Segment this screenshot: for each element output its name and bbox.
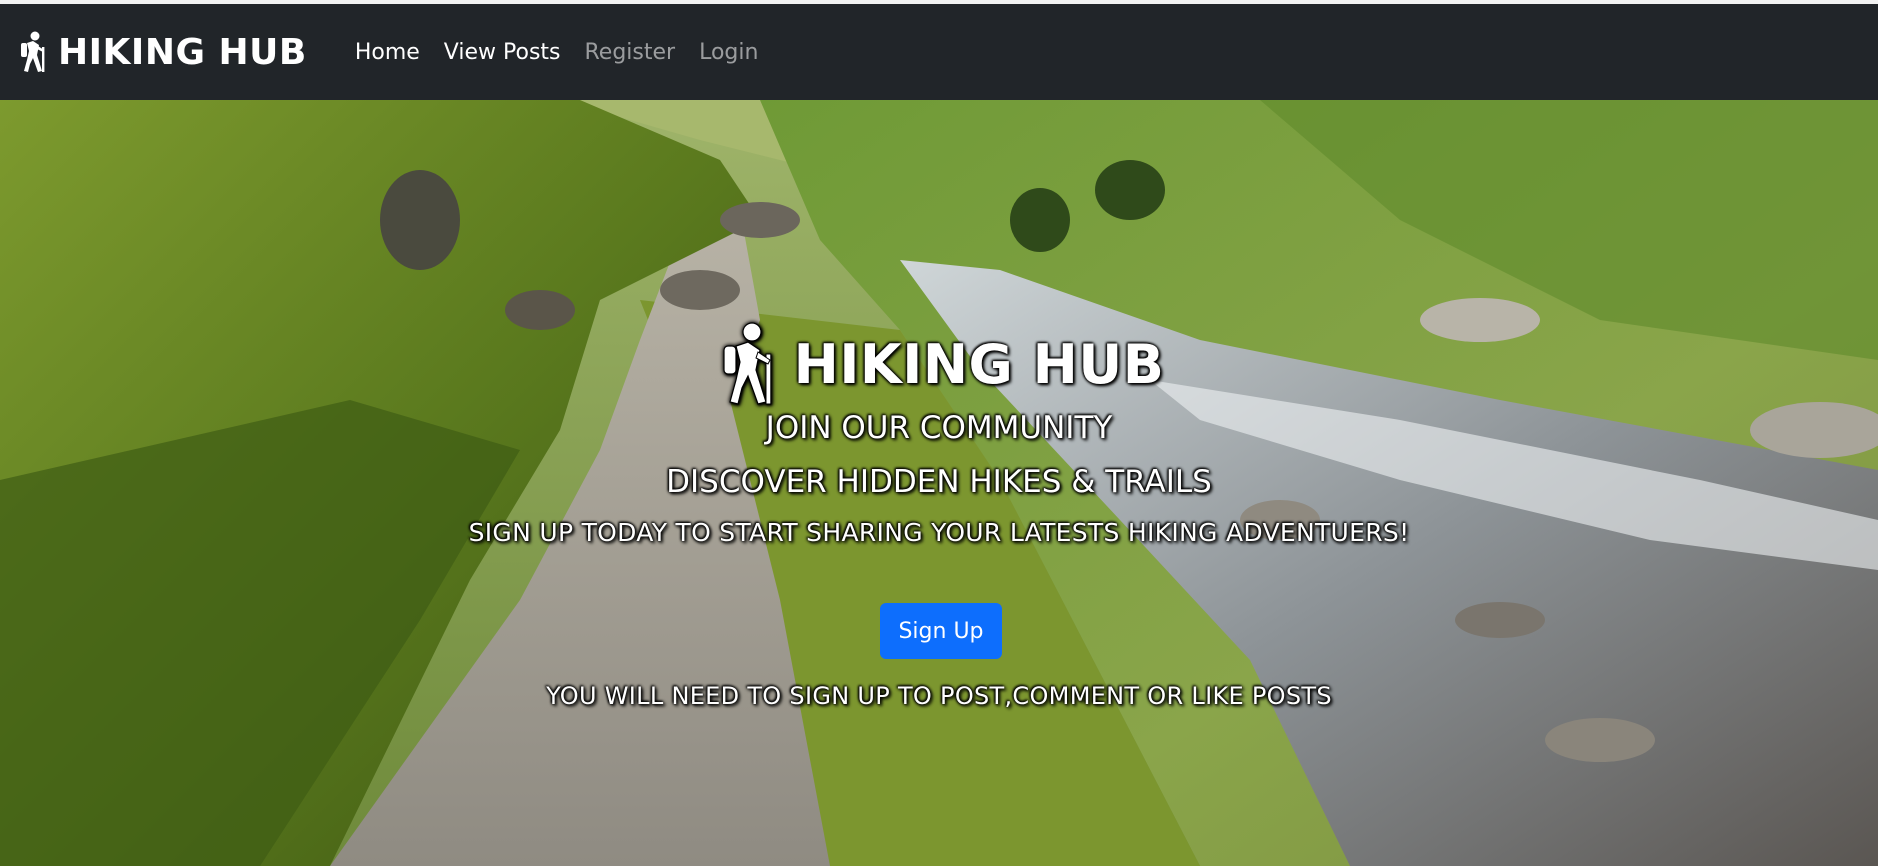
signup-button[interactable]: Sign Up [880, 603, 1002, 659]
hero-notice: YOU WILL NEED TO SIGN UP TO POST,COMMENT… [546, 682, 1332, 710]
nav-links: Home View Posts Register Login [343, 40, 771, 65]
nav-login[interactable]: Login [687, 40, 770, 65]
hero-section: HIKING HUB JOIN OUR COMMUNITY DISCOVER H… [0, 100, 1878, 866]
hero-line-signup-today: SIGN UP TODAY TO START SHARING YOUR LATE… [468, 518, 1410, 547]
hero-title: HIKING HUB [0, 322, 1878, 406]
nav-register[interactable]: Register [573, 40, 688, 65]
hero-line-discover: DISCOVER HIDDEN HIKES & TRAILS [666, 464, 1212, 500]
nav-view-posts[interactable]: View Posts [432, 40, 573, 65]
hero-content: HIKING HUB JOIN OUR COMMUNITY DISCOVER H… [0, 100, 1878, 866]
hiker-icon [723, 322, 771, 405]
brand-link[interactable]: HIKING HUB [18, 31, 307, 73]
hero-title-text: HIKING HUB [793, 332, 1165, 396]
brand-title: HIKING HUB [58, 31, 307, 73]
hiker-icon [21, 31, 45, 72]
navbar: HIKING HUB Home View Posts Register Logi… [0, 4, 1878, 100]
hero-line-join: JOIN OUR COMMUNITY [765, 410, 1113, 446]
nav-home[interactable]: Home [343, 40, 432, 65]
